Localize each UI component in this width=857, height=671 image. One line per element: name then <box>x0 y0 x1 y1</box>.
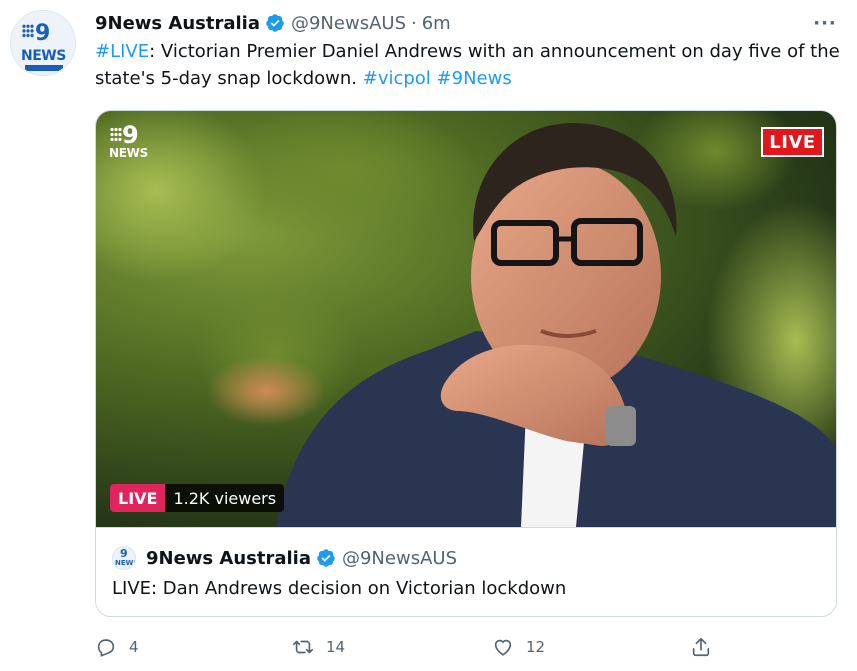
retweet-button[interactable]: 14 <box>292 632 345 662</box>
reply-count: 4 <box>129 638 139 656</box>
card-footer[interactable]: 9 NEWS 9News Australia @9NewsAUS LIVE: D… <box>96 527 836 616</box>
tweet-text: #LIVE: Victorian Premier Daniel Andrews … <box>95 38 845 92</box>
card-avatar-word: NEWS <box>115 559 135 567</box>
author-handle[interactable]: @9NewsAUS <box>291 13 406 34</box>
logo-dots-icon <box>110 127 122 143</box>
tweet-actions: 4 14 12 <box>95 632 837 662</box>
share-icon <box>692 637 710 657</box>
share-button[interactable] <box>690 632 724 662</box>
like-count: 12 <box>526 638 546 656</box>
hashtag-link[interactable]: #LIVE <box>95 41 149 62</box>
avatar-logo-word: NEWS <box>21 48 66 64</box>
card-verified-badge-icon <box>317 549 335 567</box>
hashtag-link[interactable]: #9News <box>437 68 512 89</box>
card-author-avatar: 9 NEWS <box>112 546 136 570</box>
profile-avatar[interactable]: 9 NEWS <box>10 10 76 76</box>
reply-icon <box>97 639 115 657</box>
nine-logo-dots-icon <box>22 24 34 38</box>
live-pill-label: LIVE <box>110 484 166 512</box>
video-player[interactable]: 9 NEWS LIVE LIVE 1.2K viewers <box>96 111 836 527</box>
live-broadcast-card[interactable]: 9 NEWS LIVE LIVE 1.2K viewers 9 NEWS 9Ne… <box>95 110 837 617</box>
retweet-count: 14 <box>326 638 346 656</box>
nine-news-logo: 9 NEWS <box>108 121 158 161</box>
card-author-name: 9News Australia <box>146 547 311 569</box>
retweet-icon <box>293 640 313 654</box>
video-frame-image <box>96 111 836 527</box>
verified-badge-icon <box>266 14 284 32</box>
video-logo-word: NEWS <box>109 146 148 160</box>
author-name[interactable]: 9News Australia <box>95 13 260 34</box>
live-viewers-pill: LIVE 1.2K viewers <box>110 484 285 512</box>
avatar-logo-number: 9 <box>35 21 50 46</box>
card-author-handle: @9NewsAUS <box>341 547 457 569</box>
hashtag-link[interactable]: #vicpol <box>363 68 431 89</box>
tweet-timestamp[interactable]: 6m <box>422 13 451 34</box>
live-badge: LIVE <box>761 127 824 157</box>
like-button[interactable]: 12 <box>492 632 545 662</box>
heart-icon <box>494 639 512 656</box>
avatar-logo-bar <box>25 65 63 71</box>
header-separator: · <box>411 12 417 34</box>
card-title: LIVE: Dan Andrews decision on Victorian … <box>112 578 567 599</box>
card-author: 9 NEWS 9News Australia @9NewsAUS <box>112 546 457 570</box>
video-logo-number: 9 <box>122 121 139 149</box>
reply-button[interactable]: 4 <box>95 632 139 662</box>
more-options-icon[interactable]: ··· <box>810 10 840 36</box>
tweet-header: 9News Australia @9NewsAUS · 6m <box>95 10 451 36</box>
viewer-count: 1.2K viewers <box>165 484 285 512</box>
